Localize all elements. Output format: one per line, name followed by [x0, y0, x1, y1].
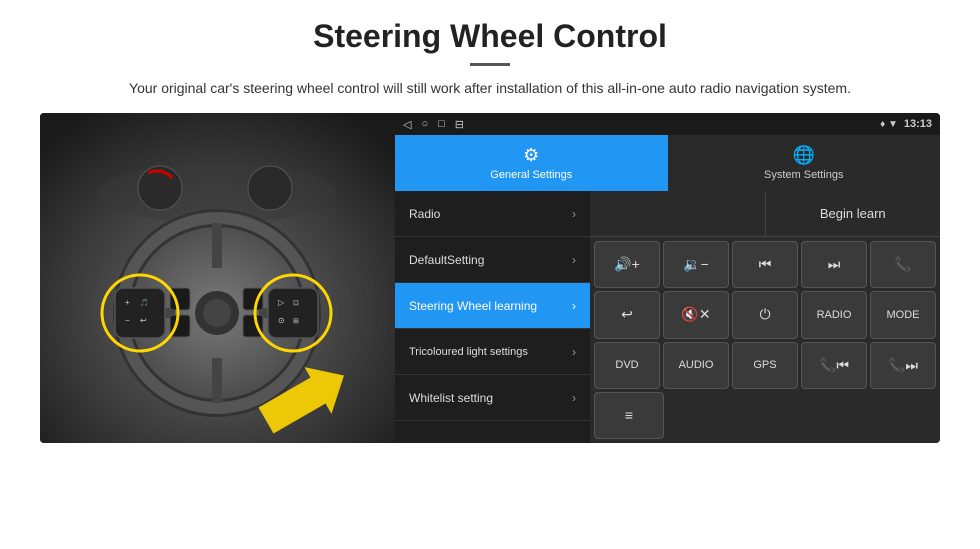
tel-prev-button[interactable]: 📞⏮ [801, 342, 867, 389]
svg-text:−: − [125, 316, 130, 325]
back-icon[interactable]: ◁ [403, 118, 411, 131]
menu-radio[interactable]: Radio › [395, 191, 590, 237]
page-title: Steering Wheel Control [313, 18, 667, 55]
right-panel: Begin learn 🔊+ 🔉− ⏮ ⏭ 📞 [590, 191, 940, 443]
menu-default[interactable]: DefaultSetting › [395, 237, 590, 283]
home-icon[interactable]: ○ [421, 118, 428, 130]
globe-icon: 🌐 [793, 145, 815, 166]
menu-whitelist[interactable]: Whitelist setting › [395, 375, 590, 421]
content-row: + 🎵 − ↩ ▷ ⊡ ⊙ ⊞ [40, 113, 940, 443]
btn-row-3: DVD AUDIO GPS 📞⏮ 📞⏭ [594, 342, 936, 389]
empty-box [590, 191, 766, 236]
page-container: Steering Wheel Control Your original car… [0, 0, 980, 549]
begin-learn-button[interactable]: Begin learn [766, 191, 941, 236]
next-track-button[interactable]: ⏭ [801, 241, 867, 288]
menu-tricoloured[interactable]: Tricoloured light settings › [395, 329, 590, 375]
recents-icon[interactable]: □ [438, 118, 445, 130]
media-button[interactable]: ≡ [594, 392, 664, 439]
title-divider [470, 63, 510, 66]
gear-icon: ⚙ [523, 145, 539, 166]
btn-row-1: 🔊+ 🔉− ⏮ ⏭ 📞 [594, 241, 936, 288]
chevron-icon: › [572, 207, 576, 221]
status-bar-right: ♦ ▼ 13:13 [880, 118, 932, 130]
car-bg: + 🎵 − ↩ ▷ ⊡ ⊙ ⊞ [40, 113, 395, 443]
left-menu: Radio › DefaultSetting › Steering Wheel … [395, 191, 590, 443]
main-area: Radio › DefaultSetting › Steering Wheel … [395, 191, 940, 443]
svg-text:⊙: ⊙ [278, 316, 285, 325]
power-button[interactable]: ⏻ [732, 291, 798, 338]
page-subtitle: Your original car's steering wheel contr… [129, 78, 851, 99]
radio-button[interactable]: RADIO [801, 291, 867, 338]
svg-text:▷: ▷ [278, 298, 285, 307]
chevron-icon: › [572, 299, 576, 313]
steering-wheel-svg: + 🎵 − ↩ ▷ ⊡ ⊙ ⊞ [40, 113, 395, 443]
chevron-icon: › [572, 391, 576, 405]
status-bar: ◁ ○ □ ⊟ ♦ ▼ 13:13 [395, 113, 940, 135]
dvd-button[interactable]: DVD [594, 342, 660, 389]
gps-button[interactable]: GPS [732, 342, 798, 389]
chevron-icon: › [572, 345, 576, 359]
clock: 13:13 [904, 118, 932, 130]
android-panel: ◁ ○ □ ⊟ ♦ ▼ 13:13 ⚙ General Settings 🌐 [395, 113, 940, 443]
chevron-icon: › [572, 253, 576, 267]
menu-icon[interactable]: ⊟ [455, 118, 464, 131]
vol-up-button[interactable]: 🔊+ [594, 241, 660, 288]
mute-button[interactable]: 🔇✕ [663, 291, 729, 338]
signal-icons: ♦ ▼ [880, 119, 898, 130]
svg-text:⊡: ⊡ [293, 300, 299, 307]
end-call-button[interactable]: ↩ [594, 291, 660, 338]
button-grid: 🔊+ 🔉− ⏮ ⏭ 📞 ↩ 🔇✕ ⏻ RADIO MODE [590, 237, 940, 443]
mode-button[interactable]: MODE [870, 291, 936, 338]
tab-system[interactable]: 🌐 System Settings [668, 135, 941, 191]
tab-bar: ⚙ General Settings 🌐 System Settings [395, 135, 940, 191]
tab-general[interactable]: ⚙ General Settings [395, 135, 668, 191]
btn-row-2: ↩ 🔇✕ ⏻ RADIO MODE [594, 291, 936, 338]
svg-text:+: + [125, 298, 130, 307]
phone-button[interactable]: 📞 [870, 241, 936, 288]
status-bar-nav: ◁ ○ □ ⊟ [403, 118, 464, 131]
vol-down-button[interactable]: 🔉− [663, 241, 729, 288]
top-row: Begin learn [590, 191, 940, 237]
tab-system-label: System Settings [764, 169, 843, 181]
svg-text:🎵: 🎵 [140, 298, 149, 307]
btn-row-4: ≡ [594, 392, 936, 439]
audio-button[interactable]: AUDIO [663, 342, 729, 389]
car-image: + 🎵 − ↩ ▷ ⊡ ⊙ ⊞ [40, 113, 395, 443]
svg-text:⊞: ⊞ [293, 318, 299, 325]
svg-text:↩: ↩ [140, 316, 147, 325]
menu-steering[interactable]: Steering Wheel learning › [395, 283, 590, 329]
tel-next-button[interactable]: 📞⏭ [870, 342, 936, 389]
prev-track-button[interactable]: ⏮ [732, 241, 798, 288]
tab-general-label: General Settings [490, 169, 572, 181]
